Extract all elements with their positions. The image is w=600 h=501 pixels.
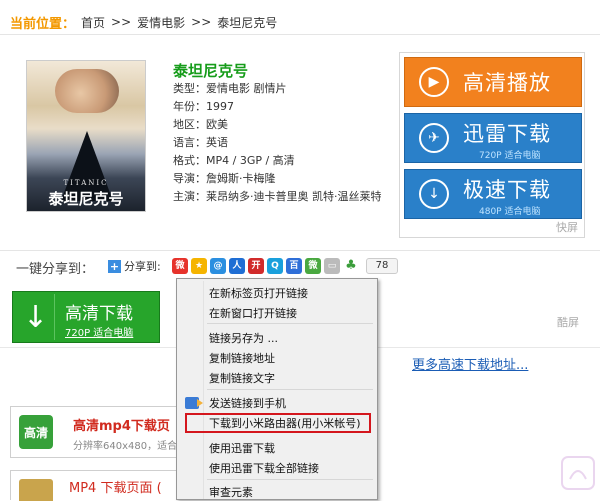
plus-icon: + — [108, 259, 121, 273]
poster-caption-big: 泰坦尼克号 — [48, 190, 124, 208]
breadcrumb-label: 当前位置： — [10, 16, 76, 32]
hd-badge-icon: 高清 — [19, 415, 53, 449]
copy-icon[interactable]: ▭ — [324, 258, 340, 274]
menu-open-new-window[interactable]: 在新窗口打开链接 — [209, 305, 297, 321]
fast-download-sub: 480P 适合电脑 — [479, 207, 541, 217]
movie-poster[interactable]: TITANIC 泰坦尼克号 — [26, 60, 146, 212]
share-label: 一键分享到： — [16, 262, 95, 277]
info-year: 年份：1997 — [173, 100, 234, 113]
baidu-icon[interactable]: 百 — [286, 258, 302, 274]
kuaiping-label: 快屏 — [556, 221, 578, 234]
hd-play-label: 高清播放 — [463, 71, 551, 95]
breadcrumb: 当前位置： 首页 >> 爱情电影 >> 泰坦尼克号 — [10, 12, 277, 32]
info-cast: 主演：莱昂纳多·迪卡普里奥 凯特·温丝莱特 — [173, 190, 382, 203]
divider — [0, 250, 600, 251]
share-count: 78 — [366, 258, 398, 274]
mp4-sub: 分辨率640x480，适合 — [73, 441, 178, 452]
info-format: 格式：MP4 / 3GP / 高清 — [173, 154, 295, 167]
movie-info: 类型：爱情电影 剧情片 年份：1997 地区：欧美 语言：英语 格式：MP4 /… — [173, 80, 388, 206]
xunlei-bird-icon: ✈ — [419, 123, 449, 153]
menu-send-to-phone[interactable]: 发送链接到手机 — [209, 395, 286, 411]
info-language: 语言：英语 — [173, 136, 228, 149]
divider — [0, 34, 600, 35]
breadcrumb-current[interactable]: 泰坦尼克号 — [217, 14, 277, 31]
hd-download-sub: 720P 适合电脑 — [65, 328, 134, 339]
breadcrumb-separator: >> — [191, 15, 212, 29]
tencent-weibo-icon[interactable]: @ — [210, 258, 226, 274]
breadcrumb-category[interactable]: 爱情电影 — [137, 14, 185, 31]
weibo-icon[interactable]: 微 — [172, 258, 188, 274]
fast-download-button[interactable]: ↓ 极速下载 480P 适合电脑 — [404, 169, 582, 219]
wechat-icon[interactable]: 微 — [305, 258, 321, 274]
menu-xunlei-download[interactable]: 使用迅雷下载 — [209, 440, 275, 456]
renren-icon[interactable]: 人 — [229, 258, 245, 274]
menu-separator — [207, 389, 373, 390]
movie-title[interactable]: 泰坦尼克号 — [173, 60, 248, 81]
info-genre: 类型：爱情电影 剧情片 — [173, 82, 287, 95]
breadcrumb-home[interactable]: 首页 — [81, 14, 105, 31]
download-arrow-icon: ↓ — [419, 179, 449, 209]
more-download-link[interactable]: 更多高速下载地址... — [412, 354, 528, 373]
mp4-title: 高清mp4下载页 — [73, 419, 170, 434]
menu-separator — [207, 479, 373, 480]
xunlei-download-label: 迅雷下载 — [463, 122, 551, 146]
share-to[interactable]: + 分享到: — [108, 258, 161, 274]
share-icons: 微 ★ @ 人 开 Q 百 微 ▭ ♣ 78 — [172, 258, 398, 274]
play-download-panel: ▶ 高清播放 ✈ 迅雷下载 720P 适合电脑 ↓ 极速下载 480P 适合电脑… — [399, 52, 585, 238]
hd-download-title: 高清下载 — [65, 304, 133, 324]
kuping-label: 酷屏 — [557, 316, 579, 329]
hd-download-button[interactable]: ↓ 高清下载 720P 适合电脑 — [12, 291, 160, 343]
menu-xunlei-download-all[interactable]: 使用迅雷下载全部链接 — [209, 460, 319, 476]
fast-download-label: 极速下载 — [463, 178, 551, 202]
menu-separator — [207, 323, 373, 324]
poster-faces — [55, 69, 119, 113]
poster-caption-small: TITANIC — [63, 179, 109, 187]
menu-copy-link-address[interactable]: 复制链接地址 — [209, 350, 275, 366]
context-menu: 在新标签页打开链接 在新窗口打开链接 链接另存为 ... 复制链接地址 复制链接… — [176, 278, 378, 500]
menu-inspect-element[interactable]: 审查元素 — [209, 484, 253, 500]
menu-download-mi-router[interactable]: 下载到小米路由器(用小米帐号) — [209, 415, 361, 431]
share-to-label: 分享到: — [124, 260, 161, 273]
info-director: 导演：詹姆斯·卡梅隆 — [173, 172, 276, 185]
menu-gutter — [203, 281, 204, 499]
hd-play-button[interactable]: ▶ 高清播放 — [404, 57, 582, 107]
menu-copy-link-text[interactable]: 复制链接文字 — [209, 370, 275, 386]
info-region: 地区：欧美 — [173, 118, 228, 131]
menu-save-link-as[interactable]: 链接另存为 ... — [209, 330, 278, 346]
watermark-logo-icon — [561, 456, 595, 490]
menu-open-new-tab[interactable]: 在新标签页打开链接 — [209, 285, 308, 301]
qq-icon[interactable]: Q — [267, 258, 283, 274]
send-to-phone-icon — [185, 397, 203, 409]
clover-icon[interactable]: ♣ — [343, 258, 359, 274]
play-icon: ▶ — [419, 67, 449, 97]
qzone-icon[interactable]: ★ — [191, 258, 207, 274]
mp4-title-2: MP4 下载页面 ( — [69, 481, 162, 496]
kaixin-icon[interactable]: 开 — [248, 258, 264, 274]
xunlei-download-sub: 720P 适合电脑 — [479, 151, 541, 161]
download-arrow-icon: ↓ — [17, 294, 55, 340]
mp4-badge-icon — [19, 479, 53, 501]
xunlei-download-button[interactable]: ✈ 迅雷下载 720P 适合电脑 — [404, 113, 582, 163]
breadcrumb-separator: >> — [111, 15, 132, 29]
